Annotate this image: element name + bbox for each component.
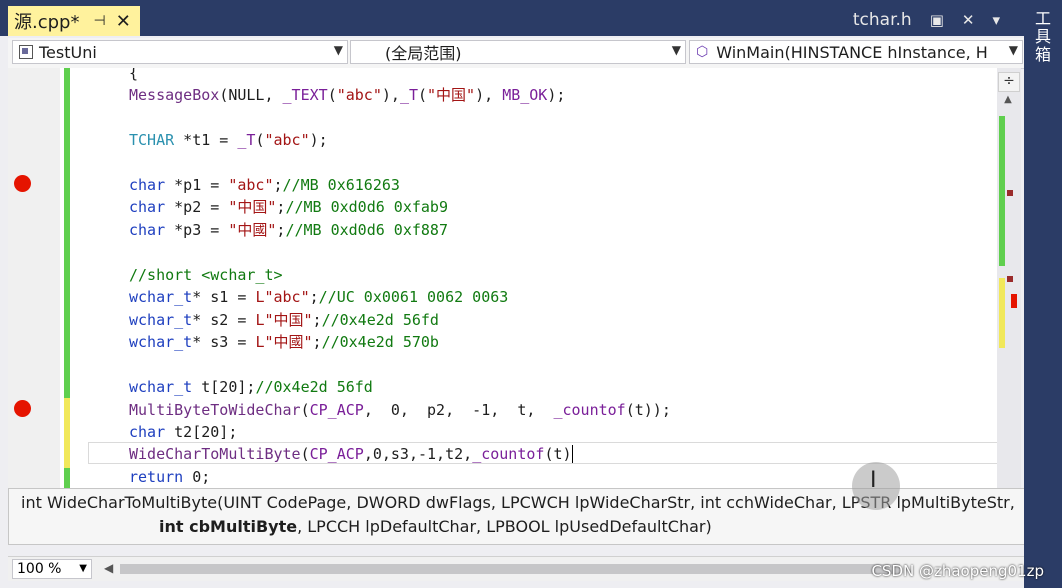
code-line-current[interactable]: WideCharToMultiByte(CP_ACP,0,s3,-1,t2,_c… <box>129 443 573 465</box>
member-value: WinMain(HINSTANCE hInstance, H <box>716 42 988 62</box>
pin-icon[interactable]: ⊣ <box>93 13 105 29</box>
watermark: CSDN @zhaopeng01zp <box>871 562 1044 580</box>
tab-overflow-icon[interactable]: ▾ <box>992 11 1000 29</box>
close-icon[interactable]: ✕ <box>962 11 975 29</box>
code-line: char *p1 = "abc";//MB 0x616263 <box>129 176 400 194</box>
caret-marker <box>1011 294 1017 308</box>
code-line: wchar_t* s2 = L"中国";//0x4e2d 56fd <box>129 311 439 329</box>
tab-source-cpp[interactable]: 源.cpp* ⊣ ✕ <box>8 6 140 36</box>
code-line: wchar_t* s3 = L"中國";//0x4e2d 570b <box>129 333 439 351</box>
vertical-scrollbar[interactable]: ÷ ▲ <box>997 68 1021 488</box>
horizontal-scroll-thumb[interactable] <box>120 564 900 574</box>
chevron-down-icon[interactable]: ▼ <box>1009 43 1018 57</box>
ide-window: 源.cpp* ⊣ ✕ tchar.h ▣ ✕ ▾ TestUni ▼ (全局范围… <box>0 0 1062 588</box>
code-line: char t2[20]; <box>129 423 238 441</box>
chevron-down-icon[interactable]: ▼ <box>334 43 343 57</box>
code-line: char *p3 = "中國";//MB 0xd0d6 0xf887 <box>129 221 448 239</box>
code-line: wchar_t* s1 = L"abc";//UC 0x0061 0062 00… <box>129 288 509 306</box>
unsaved-change-bar <box>64 398 70 468</box>
tooltip-signature-line2: int cbMultiByte, LPCCH lpDefaultChar, LP… <box>159 517 712 536</box>
project-icon <box>19 45 33 59</box>
breakpoint-margin[interactable] <box>8 68 60 488</box>
chevron-down-icon[interactable]: ▼ <box>79 560 87 578</box>
code-line: char *p2 = "中国";//MB 0xd0d6 0xfab9 <box>129 198 448 216</box>
project-dropdown[interactable]: TestUni ▼ <box>12 40 348 64</box>
pin-icon[interactable]: ▣ <box>930 11 944 29</box>
breakpoint-marker <box>1007 276 1013 282</box>
code-line: MultiByteToWideChar(CP_ACP, 0, p2, -1, t… <box>129 401 671 419</box>
change-marker <box>999 116 1005 266</box>
toolbox-side-strip[interactable]: 工具箱 <box>1024 0 1062 588</box>
close-icon[interactable]: ✕ <box>116 11 131 32</box>
scope-dropdown[interactable]: (全局范围) ▼ <box>350 40 686 64</box>
change-marker <box>999 278 1005 348</box>
split-editor-icon[interactable]: ÷ <box>998 72 1020 92</box>
code-line: return 0; <box>129 468 211 486</box>
breakpoint-icon[interactable] <box>14 175 31 192</box>
tab-tchar-h[interactable]: tchar.h ▣ ✕ ▾ <box>853 10 1018 30</box>
code-editor[interactable]: { MessageBox(NULL, _TEXT("abc"),_T("中国")… <box>8 68 997 488</box>
code-line: TCHAR *t1 = _T("abc"); <box>129 131 328 149</box>
function-icon: ⬡ <box>696 44 709 60</box>
member-dropdown[interactable]: ⬡ WinMain(HINSTANCE hInstance, H ▼ <box>689 40 1023 64</box>
scope-value: (全局范围) <box>385 44 462 63</box>
tab-label: 源.cpp* <box>14 12 80 33</box>
project-value: TestUni <box>39 42 97 62</box>
current-parameter: int cbMultiByte <box>159 517 298 536</box>
chevron-down-icon[interactable]: ▼ <box>672 43 681 57</box>
navigation-bar: TestUni ▼ (全局范围) ▼ ⬡ WinMain(HINSTANCE h… <box>8 38 1024 69</box>
breakpoint-marker <box>1007 190 1013 196</box>
zoom-dropdown[interactable]: 100 % ▼ <box>12 559 92 579</box>
code-line: wchar_t t[20];//0x4e2d 56fd <box>129 378 373 396</box>
code-line: { <box>129 68 139 82</box>
breakpoint-icon[interactable] <box>14 400 31 417</box>
code-line: //short <wchar_t> <box>129 266 283 284</box>
scroll-up-icon[interactable]: ▲ <box>998 94 1018 110</box>
code-line: MessageBox(NULL, _TEXT("abc"),_T("中国"), … <box>129 86 566 104</box>
tab-label: tchar.h <box>852 10 912 30</box>
document-tab-strip: 源.cpp* ⊣ ✕ tchar.h ▣ ✕ ▾ <box>0 0 1024 36</box>
toolbox-label[interactable]: 工具箱 <box>1032 10 1054 64</box>
ibeam-cursor-icon: I <box>870 468 877 493</box>
scroll-left-icon[interactable]: ◀ <box>104 561 113 575</box>
